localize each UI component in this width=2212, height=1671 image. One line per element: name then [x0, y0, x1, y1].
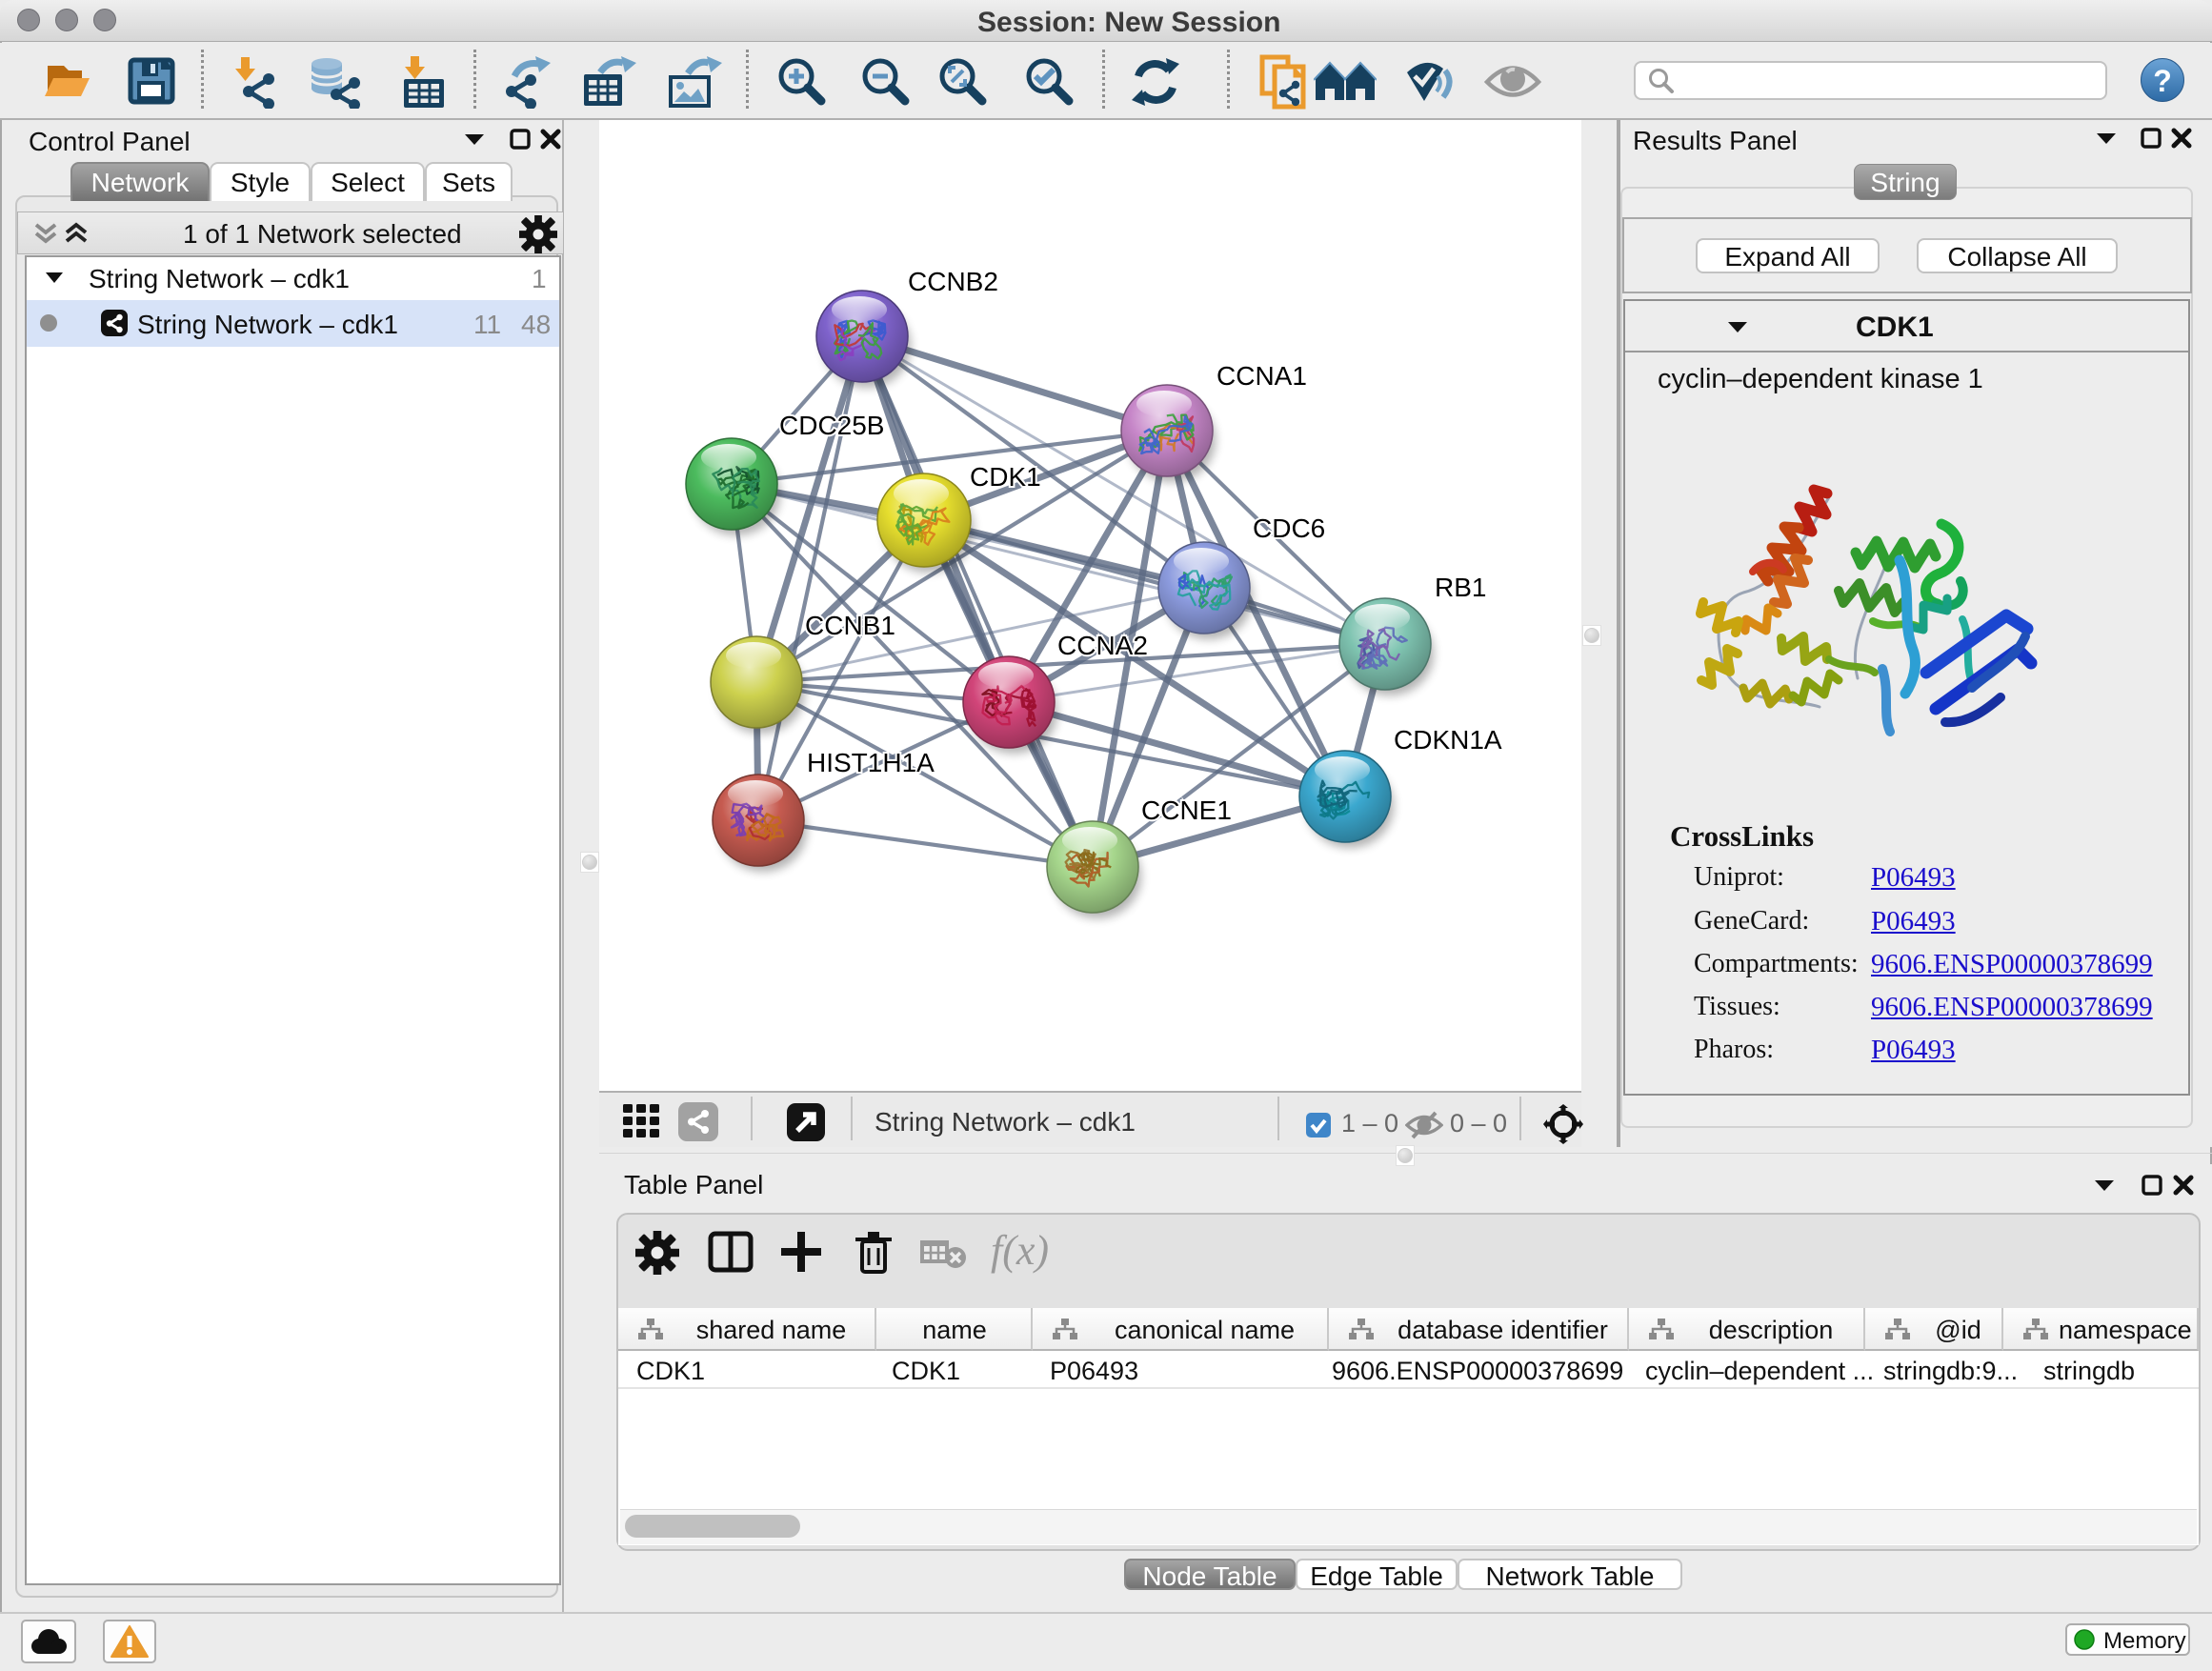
svg-text:CCNB1: CCNB1 [805, 611, 895, 640]
svg-text:CDK1: CDK1 [970, 462, 1041, 492]
svg-text:CCNA2: CCNA2 [1057, 631, 1148, 660]
svg-text:CCNE1: CCNE1 [1141, 795, 1232, 825]
svg-text:CDKN1A: CDKN1A [1394, 725, 1502, 755]
svg-text:CDC6: CDC6 [1253, 513, 1325, 543]
svg-text:CDC25B: CDC25B [779, 411, 884, 440]
svg-text:CCNA1: CCNA1 [1217, 361, 1307, 391]
svg-text:HIST1H1A: HIST1H1A [807, 748, 935, 777]
svg-text:RB1: RB1 [1435, 573, 1486, 602]
svg-text:CCNB2: CCNB2 [908, 267, 998, 296]
